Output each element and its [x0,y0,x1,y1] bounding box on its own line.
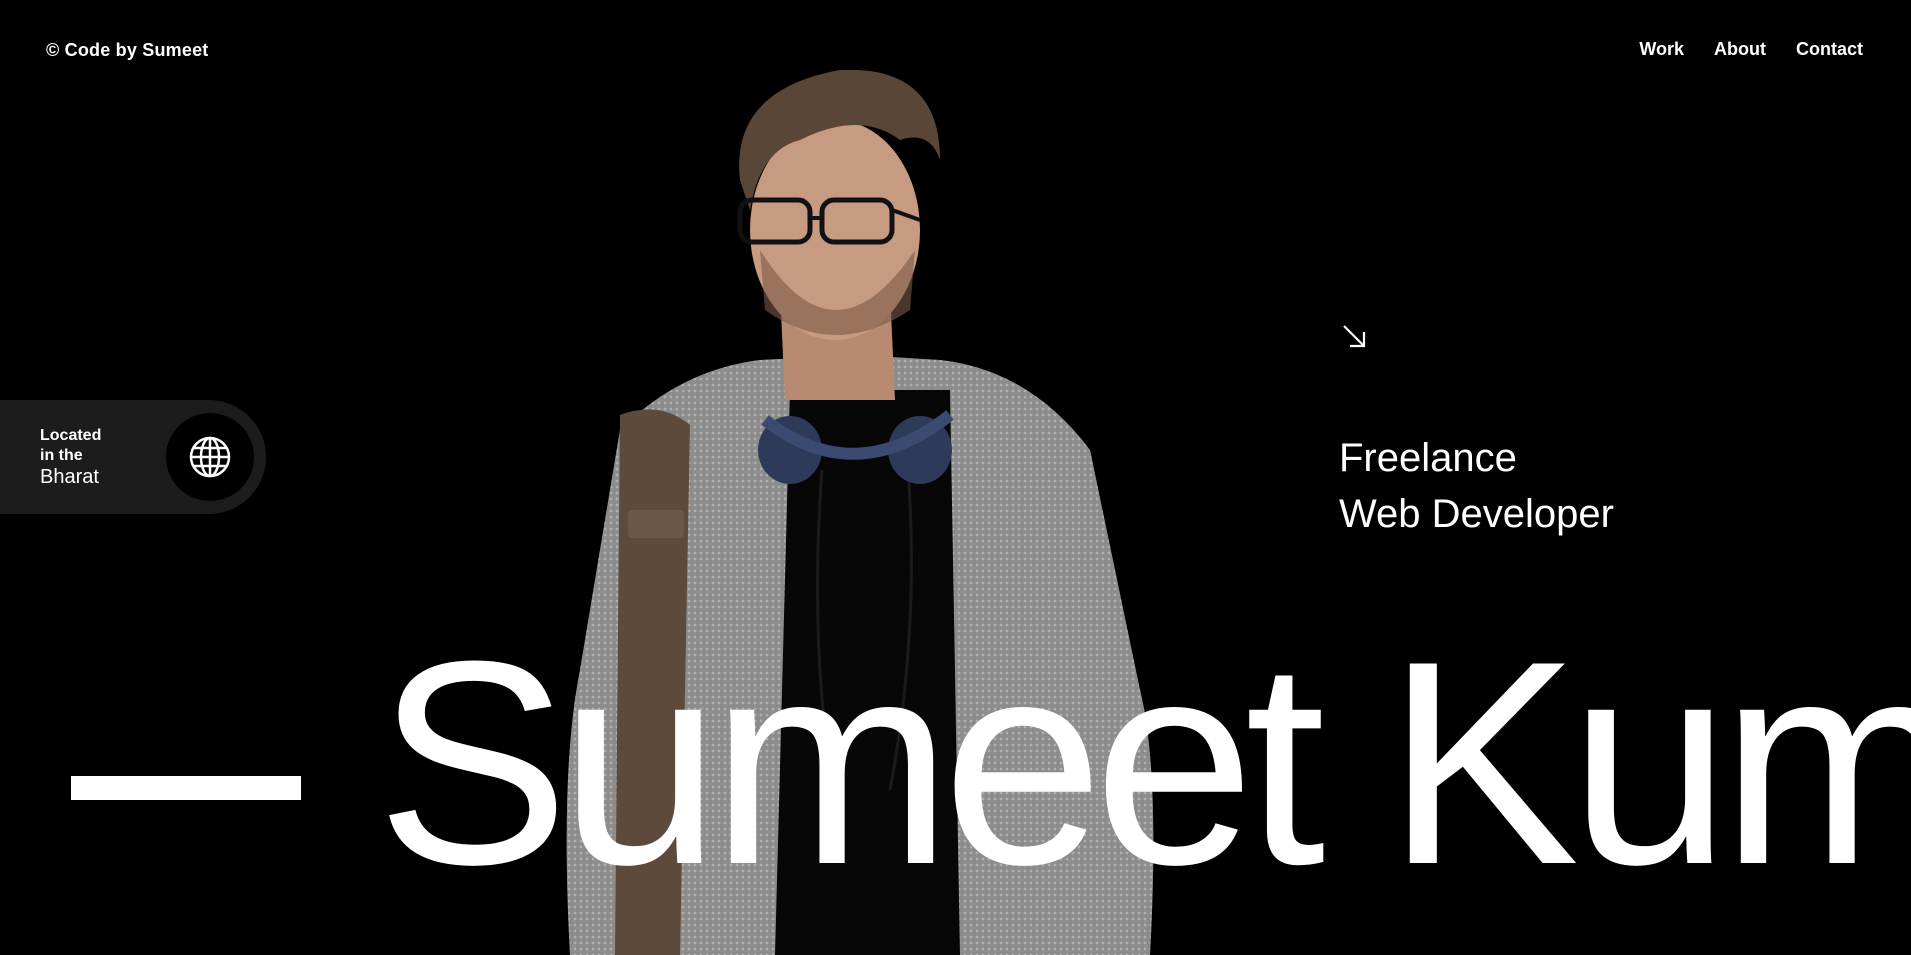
globe-icon [166,413,254,501]
arrow-down-right-icon [1340,322,1368,350]
nav-about-link[interactable]: About [1714,39,1766,60]
role-line-2: Web Developer [1339,492,1614,536]
location-badge: Located in the Bharat [0,400,266,514]
nav-work-link[interactable]: Work [1639,39,1684,60]
role-line-1: Freelance [1339,436,1517,480]
location-place: Bharat [40,466,99,488]
location-line1: Located [40,427,102,444]
hero-name: Sumeet Kum [376,601,1911,925]
hero-page: © Code by Sumeet Work About Contact Loca… [0,0,1911,955]
name-dash [71,776,301,800]
role-tagline: Freelance Web Developer [1339,430,1614,542]
location-text: Located in the Bharat [40,426,101,487]
main-nav: Work About Contact [1639,39,1863,60]
location-line2: in the [40,447,83,464]
site-logo[interactable]: © Code by Sumeet [46,40,209,61]
nav-contact-link[interactable]: Contact [1796,39,1863,60]
